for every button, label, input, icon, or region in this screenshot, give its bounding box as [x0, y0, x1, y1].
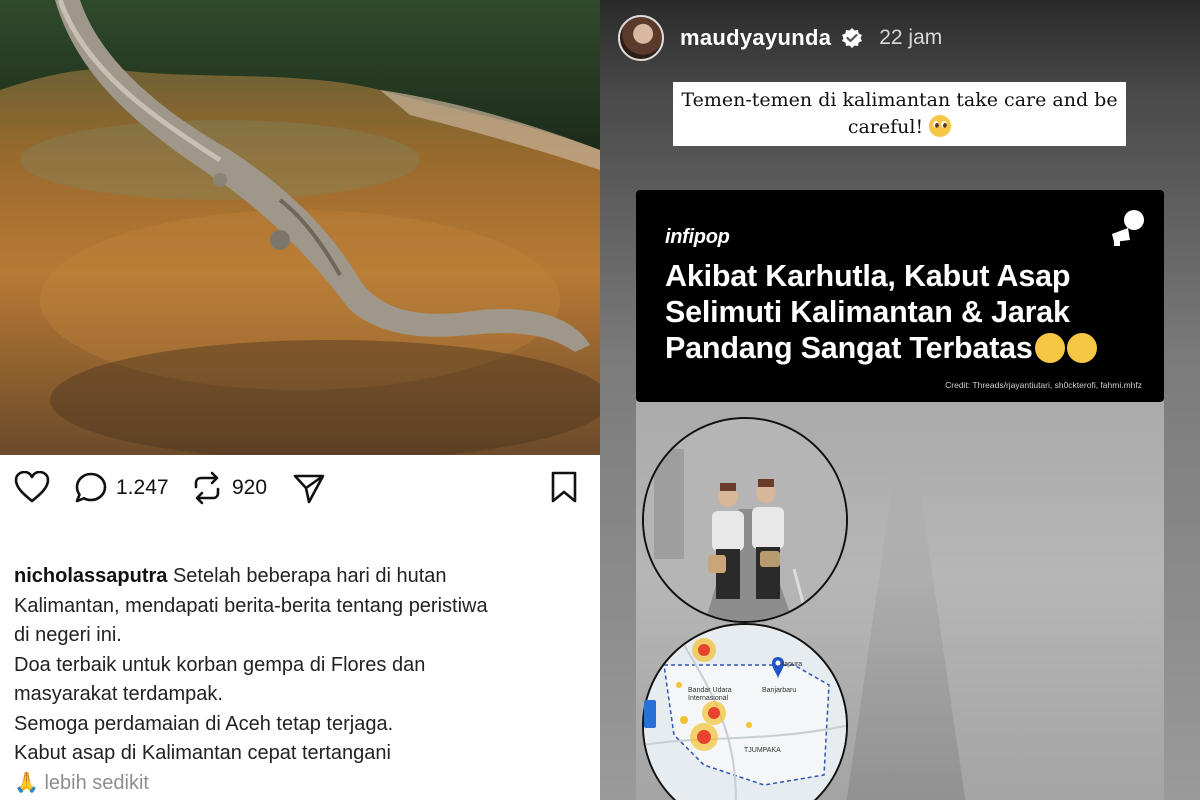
megaphone-icon	[1112, 210, 1144, 246]
map-label-city2: Banjarbaru	[762, 687, 797, 694]
heart-icon	[14, 471, 50, 503]
repost-count: 920	[232, 476, 268, 499]
confounded-face-emoji-icon	[1066, 333, 1097, 363]
show-less-link[interactable]: lebih sedikit	[44, 772, 149, 794]
caption-line-2: Kalimantan, mendapati berita-berita tent…	[14, 594, 488, 617]
post-photo-river[interactable]	[0, 0, 600, 455]
caption-line-4: Doa terbaik untuk korban gempa di Flores…	[14, 653, 426, 676]
comment-count: 1.247	[116, 476, 169, 499]
map-label-area: TJUMPAKA	[744, 747, 781, 754]
pleading-face-emoji-icon	[929, 115, 952, 137]
caption-line-1: nicholassaputra Setelah beberapa hari di…	[14, 565, 447, 587]
repost-icon	[194, 471, 220, 505]
send-icon	[293, 474, 325, 504]
like-button[interactable]	[14, 471, 50, 503]
news-headline: Akibat Karhutla, Kabut Asap Selimuti Kal…	[665, 258, 1145, 366]
story-text-sticker: Temen-temen di kalimantan take care and …	[673, 82, 1126, 146]
story-screenshot: maudyayunda 22 jam Temen-temen di kalima…	[600, 0, 1200, 800]
pray-emoji-icon: 🙏	[14, 771, 39, 794]
verified-badge-icon	[842, 28, 863, 48]
story-username[interactable]: maudyayunda	[680, 25, 831, 51]
story-timestamp: 22 jam	[879, 26, 943, 49]
circle-photo-students-in-haze	[642, 417, 848, 623]
story-header: maudyayunda 22 jam	[618, 12, 942, 64]
caption-line-3: di negeri ini.	[14, 624, 122, 646]
avatar[interactable]	[618, 15, 664, 61]
map-label-city1: rtapura	[780, 661, 803, 668]
caption-line-7: Kabut asap di Kalimantan cepat tertangan…	[14, 742, 391, 764]
news-credit: Credit: Threads/rjayantiutari, sh0cktero…	[945, 380, 1142, 390]
bookmark-icon	[551, 471, 577, 503]
pleading-face-emoji-icon	[1034, 333, 1065, 363]
caption-line-6: Semoga perdamaian di Aceh tetap terjaga.	[14, 712, 394, 735]
comment-button[interactable]: 1.247	[74, 471, 169, 505]
caption-line-5: masyarakat terdampak.	[14, 683, 223, 705]
post-caption: nicholassaputra Setelah beberapa hari di…	[14, 562, 594, 798]
repost-button[interactable]: 920	[190, 471, 267, 505]
post-action-bar: 1.247 920	[0, 465, 600, 515]
story-prev-arrow[interactable]	[644, 700, 656, 728]
map-label-airport: Bandar Udara Internasional	[688, 687, 732, 702]
left-post: 1.247 920 nicholassaputra Setelah bebera…	[0, 0, 600, 800]
news-brand-logo: infipop	[665, 226, 730, 248]
caption-username[interactable]: nicholassaputra	[14, 565, 167, 587]
save-button[interactable]	[550, 471, 578, 503]
caption-toggle[interactable]: 🙏 lebih sedikit	[14, 769, 594, 799]
comment-icon	[75, 472, 107, 503]
share-button[interactable]	[292, 471, 326, 505]
story-quote-text: Temen-temen di kalimantan take care and …	[681, 89, 1118, 138]
reshared-news-card[interactable]: infipop Akibat Karhutla, Kabut Asap Seli…	[636, 190, 1164, 402]
